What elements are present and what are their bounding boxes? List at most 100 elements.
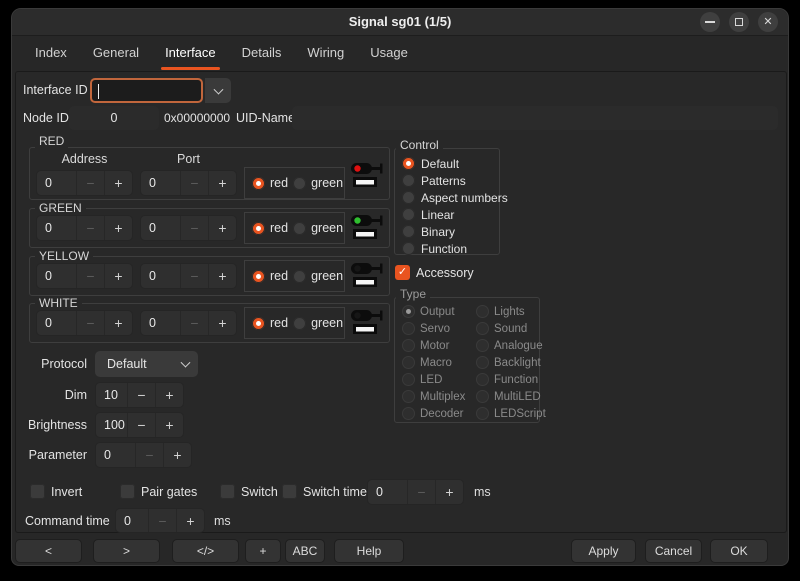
control-option-function[interactable]: Function — [395, 240, 499, 257]
add-button[interactable]: + — [245, 539, 281, 563]
increment-button[interactable]: + — [208, 216, 236, 240]
increment-button[interactable]: + — [435, 480, 463, 504]
next-button[interactable]: > — [93, 539, 160, 563]
interface-id-dropdown-button[interactable] — [205, 78, 231, 103]
decrement-button[interactable]: − — [76, 311, 104, 335]
tab-bar: Index General Interface Details Wiring U… — [12, 36, 788, 71]
decrement-button[interactable]: − — [127, 383, 155, 407]
increment-button[interactable]: + — [176, 509, 204, 532]
cancel-button[interactable]: Cancel — [645, 539, 702, 563]
signal-icon — [350, 261, 386, 291]
command-time-spinner[interactable]: 0 − + — [115, 508, 205, 533]
titlebar: Signal sg01 (1/5) ✕ — [12, 9, 788, 36]
increment-button[interactable]: + — [104, 311, 132, 335]
radio[interactable] — [402, 191, 415, 204]
red-radio[interactable] — [252, 222, 265, 235]
uid-name-input[interactable] — [292, 106, 778, 130]
red-radio[interactable] — [252, 270, 265, 283]
control-option-binary[interactable]: Binary — [395, 223, 499, 240]
red-radio[interactable] — [252, 317, 265, 330]
decrement-button[interactable]: − — [407, 480, 435, 504]
yellow-polarity-group: red green — [244, 260, 345, 292]
increment-button[interactable]: + — [155, 383, 183, 407]
switch-time-spinner[interactable]: 0 − + — [367, 479, 464, 505]
decrement-button[interactable]: − — [127, 413, 155, 437]
spinner-value: 0 — [368, 480, 407, 504]
yellow-address-spinner[interactable]: 0 − + — [36, 263, 133, 289]
tab-general[interactable]: General — [80, 36, 152, 71]
decrement-button[interactable]: − — [76, 171, 104, 195]
switch-checkbox[interactable] — [220, 484, 235, 499]
green-address-spinner[interactable]: 0 − + — [36, 215, 133, 241]
maximize-button[interactable] — [729, 12, 749, 32]
white-address-spinner[interactable]: 0 − + — [36, 310, 133, 336]
spinner-value: 0 — [141, 171, 180, 195]
radio[interactable] — [402, 157, 415, 170]
pair-gates-checkbox[interactable] — [120, 484, 135, 499]
tab-wiring[interactable]: Wiring — [294, 36, 357, 71]
gate-white-title: WHITE — [35, 296, 82, 310]
control-option-default[interactable]: Default — [395, 155, 499, 172]
ok-button[interactable]: OK — [710, 539, 768, 563]
radio — [476, 373, 489, 386]
tab-interface[interactable]: Interface — [152, 36, 229, 71]
yellow-port-spinner[interactable]: 0 − + — [140, 263, 237, 289]
green-port-spinner[interactable]: 0 − + — [140, 215, 237, 241]
decrement-button[interactable]: − — [180, 264, 208, 288]
control-option-aspect-numbers[interactable]: Aspect numbers — [395, 189, 499, 206]
increment-button[interactable]: + — [163, 443, 191, 467]
help-button[interactable]: Help — [334, 539, 404, 563]
red-address-spinner[interactable]: 0 − + — [36, 170, 133, 196]
switch-time-checkbox[interactable] — [282, 484, 297, 499]
decrement-button[interactable]: − — [76, 216, 104, 240]
prev-button[interactable]: < — [15, 539, 82, 563]
node-id-input[interactable]: 0 — [69, 106, 159, 130]
abc-button[interactable]: ABC — [285, 539, 325, 563]
tab-details[interactable]: Details — [229, 36, 295, 71]
increment-button[interactable]: + — [208, 264, 236, 288]
control-option-patterns[interactable]: Patterns — [395, 172, 499, 189]
accessory-checkbox[interactable] — [395, 265, 410, 280]
increment-button[interactable]: + — [155, 413, 183, 437]
minimize-button[interactable] — [700, 12, 720, 32]
increment-button[interactable]: + — [104, 171, 132, 195]
increment-button[interactable]: + — [208, 171, 236, 195]
increment-button[interactable]: + — [104, 264, 132, 288]
red-port-spinner[interactable]: 0 − + — [140, 170, 237, 196]
decrement-button[interactable]: − — [180, 311, 208, 335]
red-radio[interactable] — [252, 177, 265, 190]
gate-green-title: GREEN — [35, 201, 86, 215]
dim-spinner[interactable]: 10 − + — [95, 382, 184, 408]
parameter-spinner[interactable]: 0 − + — [95, 442, 192, 468]
tab-index[interactable]: Index — [22, 36, 80, 71]
green-polarity-group: red green — [244, 212, 345, 244]
radio[interactable] — [402, 242, 415, 255]
green-radio[interactable] — [293, 317, 306, 330]
green-radio[interactable] — [293, 222, 306, 235]
decrement-button[interactable]: − — [148, 509, 176, 532]
interface-id-input[interactable] — [90, 78, 203, 103]
tab-usage[interactable]: Usage — [357, 36, 421, 71]
brightness-spinner[interactable]: 100 − + — [95, 412, 184, 438]
radio[interactable] — [402, 225, 415, 238]
decrement-button[interactable]: − — [180, 216, 208, 240]
increment-button[interactable]: + — [104, 216, 132, 240]
spinner-value: 0 — [141, 311, 180, 335]
type-option-lights: Lights — [476, 303, 546, 320]
radio[interactable] — [402, 174, 415, 187]
decrement-button[interactable]: − — [180, 171, 208, 195]
control-option-linear[interactable]: Linear — [395, 206, 499, 223]
brightness-label: Brightness — [16, 412, 87, 438]
close-button[interactable]: ✕ — [758, 12, 778, 32]
invert-checkbox[interactable] — [30, 484, 45, 499]
decrement-button[interactable]: − — [135, 443, 163, 467]
code-button[interactable]: </> — [172, 539, 239, 563]
apply-button[interactable]: Apply — [571, 539, 636, 563]
protocol-dropdown[interactable]: Default — [95, 351, 198, 377]
white-port-spinner[interactable]: 0 − + — [140, 310, 237, 336]
green-radio[interactable] — [293, 270, 306, 283]
increment-button[interactable]: + — [208, 311, 236, 335]
radio[interactable] — [402, 208, 415, 221]
decrement-button[interactable]: − — [76, 264, 104, 288]
green-radio[interactable] — [293, 177, 306, 190]
